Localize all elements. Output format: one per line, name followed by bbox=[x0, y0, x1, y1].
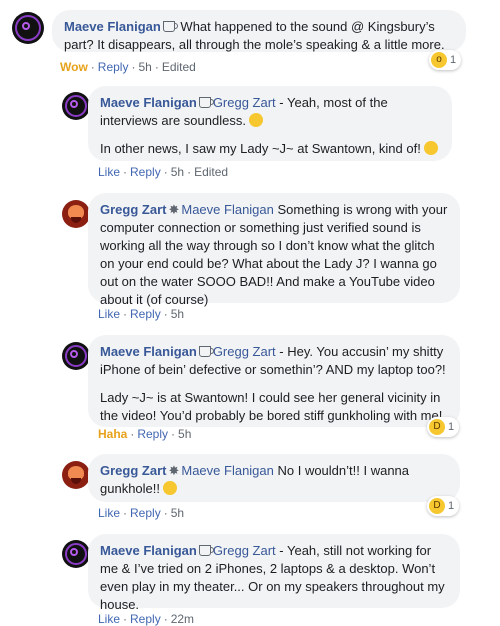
reply-link[interactable]: Reply bbox=[130, 307, 161, 321]
avatar[interactable] bbox=[12, 12, 44, 44]
mention-tag[interactable]: Gregg Zart bbox=[213, 543, 276, 558]
like-link[interactable]: Like bbox=[98, 165, 120, 179]
haha-emoji-icon: D bbox=[429, 419, 445, 435]
reaction-count: 1 bbox=[448, 421, 455, 433]
comment-bubble: Gregg Zart ✸ Maeve Flanigan No I wouldn’t!… bbox=[88, 454, 460, 502]
reply-link[interactable]: Reply bbox=[130, 165, 161, 179]
timestamp[interactable]: 5h bbox=[171, 165, 184, 179]
reply-link[interactable]: Reply bbox=[137, 427, 168, 441]
author-name[interactable]: Gregg Zart bbox=[100, 202, 166, 217]
coffee-badge-icon bbox=[198, 545, 214, 556]
like-link[interactable]: Like bbox=[98, 506, 120, 520]
reply-link[interactable]: Reply bbox=[98, 60, 129, 74]
mention-tag[interactable]: Gregg Zart bbox=[213, 95, 276, 110]
avatar[interactable] bbox=[62, 200, 90, 228]
reply-link[interactable]: Reply bbox=[130, 506, 161, 520]
mention-tag[interactable]: Maeve Flanigan bbox=[181, 463, 274, 478]
edited-label[interactable]: Edited bbox=[194, 165, 228, 179]
like-link[interactable]: Like bbox=[98, 307, 120, 321]
timestamp[interactable]: 5h bbox=[171, 506, 184, 520]
author-name[interactable]: Maeve Flanigan bbox=[100, 543, 197, 558]
haha-reaction-link[interactable]: Haha bbox=[98, 427, 127, 441]
edited-label[interactable]: Edited bbox=[162, 60, 196, 74]
reaction-count: 1 bbox=[450, 54, 457, 66]
grimace-emoji-icon bbox=[423, 141, 438, 155]
comment-actions: Like · Reply · 5h bbox=[98, 307, 185, 321]
comment-actions: Wow · Reply · 5h · Edited bbox=[60, 60, 196, 74]
coffee-badge-icon bbox=[198, 97, 214, 108]
author-name[interactable]: Maeve Flanigan bbox=[64, 19, 161, 34]
author-name[interactable]: Maeve Flanigan bbox=[100, 95, 197, 110]
mention-tag[interactable]: Maeve Flanigan bbox=[181, 202, 274, 217]
wow-emoji-icon: o bbox=[431, 52, 447, 68]
coffee-badge-icon bbox=[162, 21, 178, 32]
comment-text-2: In other news, I saw my Lady ~J~ at Swan… bbox=[100, 141, 421, 156]
author-name[interactable]: Maeve Flanigan bbox=[100, 344, 197, 359]
comment-text: Something is wrong with your computer co… bbox=[100, 202, 448, 307]
heart-eyes-emoji-icon bbox=[163, 481, 177, 495]
reaction-count-badge[interactable]: D1 bbox=[427, 417, 460, 437]
avatar[interactable] bbox=[62, 461, 90, 489]
avatar[interactable] bbox=[62, 342, 90, 370]
avatar[interactable] bbox=[62, 540, 90, 568]
star-badge-icon: ✸ bbox=[168, 463, 180, 478]
coffee-badge-icon bbox=[198, 346, 214, 357]
haha-emoji-icon: D bbox=[429, 498, 445, 514]
timestamp[interactable]: 5h bbox=[138, 60, 151, 74]
comment-text-2: Lady ~J~ is at Swantown! I could see her… bbox=[100, 390, 443, 423]
comment-actions: Like · Reply · 5h · Edited bbox=[98, 165, 229, 179]
timestamp[interactable]: 5h bbox=[171, 307, 184, 321]
comment-bubble: Maeve Flanigan Gregg Zart - Hey. You accu… bbox=[88, 335, 460, 427]
reaction-count: 1 bbox=[448, 500, 455, 512]
reaction-count-badge[interactable]: o1 bbox=[429, 50, 462, 70]
comment-actions: Haha · Reply · 5h bbox=[98, 427, 192, 441]
author-name[interactable]: Gregg Zart bbox=[100, 463, 166, 478]
comment-bubble: Gregg Zart ✸ Maeve Flanigan Something is w… bbox=[88, 193, 460, 307]
avatar[interactable] bbox=[62, 92, 90, 120]
timestamp[interactable]: 5h bbox=[178, 427, 191, 441]
wow-reaction-link[interactable]: Wow bbox=[60, 60, 88, 74]
sad-emoji-icon bbox=[248, 113, 263, 127]
comment-actions: Like · Reply · 5h bbox=[98, 506, 185, 520]
star-badge-icon: ✸ bbox=[168, 202, 180, 217]
reaction-count-badge[interactable]: D1 bbox=[427, 496, 460, 516]
comment-bubble: Maeve Flanigan Gregg Zart - Yeah, most of… bbox=[88, 86, 452, 161]
mention-tag[interactable]: Gregg Zart bbox=[213, 344, 276, 359]
comment-bubble: Maeve Flanigan What happened to the soun… bbox=[52, 10, 466, 52]
comment-bubble: Maeve Flanigan Gregg Zart - Yeah, still n… bbox=[88, 534, 460, 612]
